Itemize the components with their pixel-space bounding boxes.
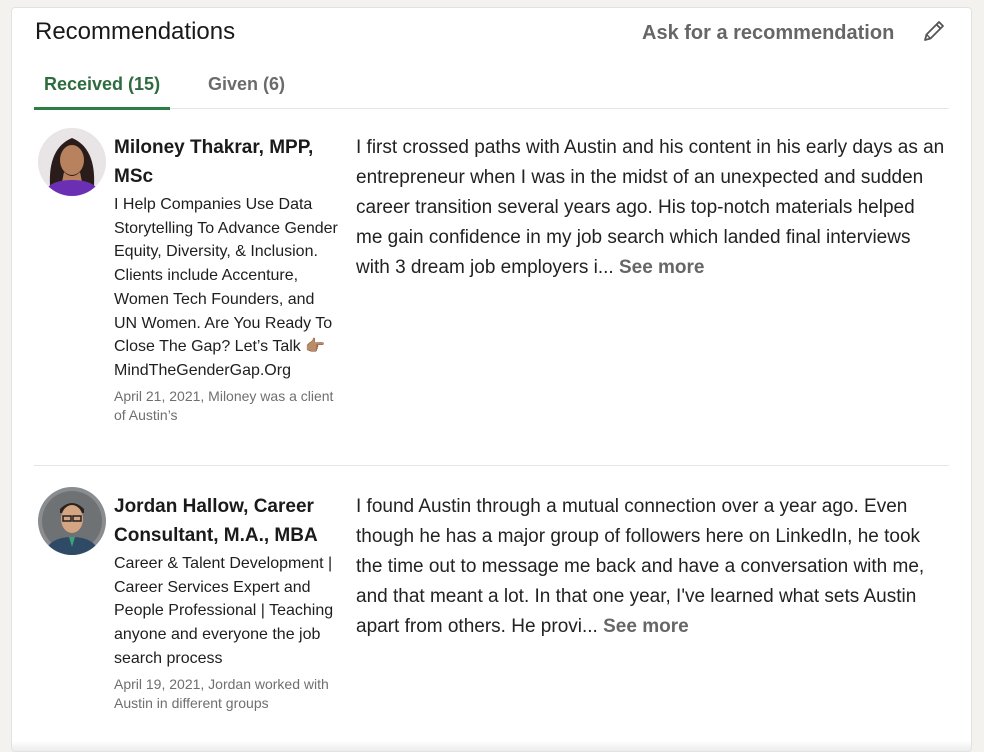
see-more-link[interactable]: See more	[603, 616, 689, 637]
see-more-link[interactable]: See more	[619, 257, 705, 278]
tab-bar: Received (15) Given (6)	[34, 64, 949, 110]
recommender-info: Miloney Thakrar, MPP, MSc I Help Compani…	[114, 133, 340, 425]
avatar[interactable]	[38, 128, 106, 196]
recommendation-text: I found Austin through a mutual connecti…	[356, 492, 946, 642]
avatar[interactable]	[38, 487, 106, 555]
recommender-headline: I Help Companies Use Data Storytelling T…	[114, 196, 338, 379]
tab-given[interactable]: Given (6)	[208, 74, 285, 107]
recommendation-date: April 19, 2021, Jordan worked with Austi…	[114, 675, 329, 711]
recommender-info: Jordan Hallow, Career Consultant, M.A., …	[114, 492, 340, 713]
recommendations-card: Recommendations Ask for a recommendation…	[11, 7, 972, 752]
section-title: Recommendations	[35, 18, 236, 45]
ask-recommendation-link[interactable]: Ask for a recommendation	[642, 22, 894, 45]
recommendation-text: I first crossed paths with Austin and hi…	[356, 133, 946, 283]
recommendation-item: Miloney Thakrar, MPP, MSc I Help Compani…	[34, 123, 949, 466]
recommendation-item: Jordan Hallow, Career Consultant, M.A., …	[34, 482, 949, 751]
bottom-fade	[12, 741, 971, 751]
recommendation-date: April 21, 2021, Miloney was a client of …	[114, 387, 334, 423]
tab-received[interactable]: Received (15)	[34, 74, 171, 110]
recommender-name[interactable]: Jordan Hallow, Career Consultant, M.A., …	[114, 492, 340, 550]
recommender-headline: Career & Talent Development | Career Ser…	[114, 555, 334, 667]
recommender-name[interactable]: Miloney Thakrar, MPP, MSc	[114, 133, 340, 191]
pencil-icon[interactable]	[920, 17, 948, 45]
